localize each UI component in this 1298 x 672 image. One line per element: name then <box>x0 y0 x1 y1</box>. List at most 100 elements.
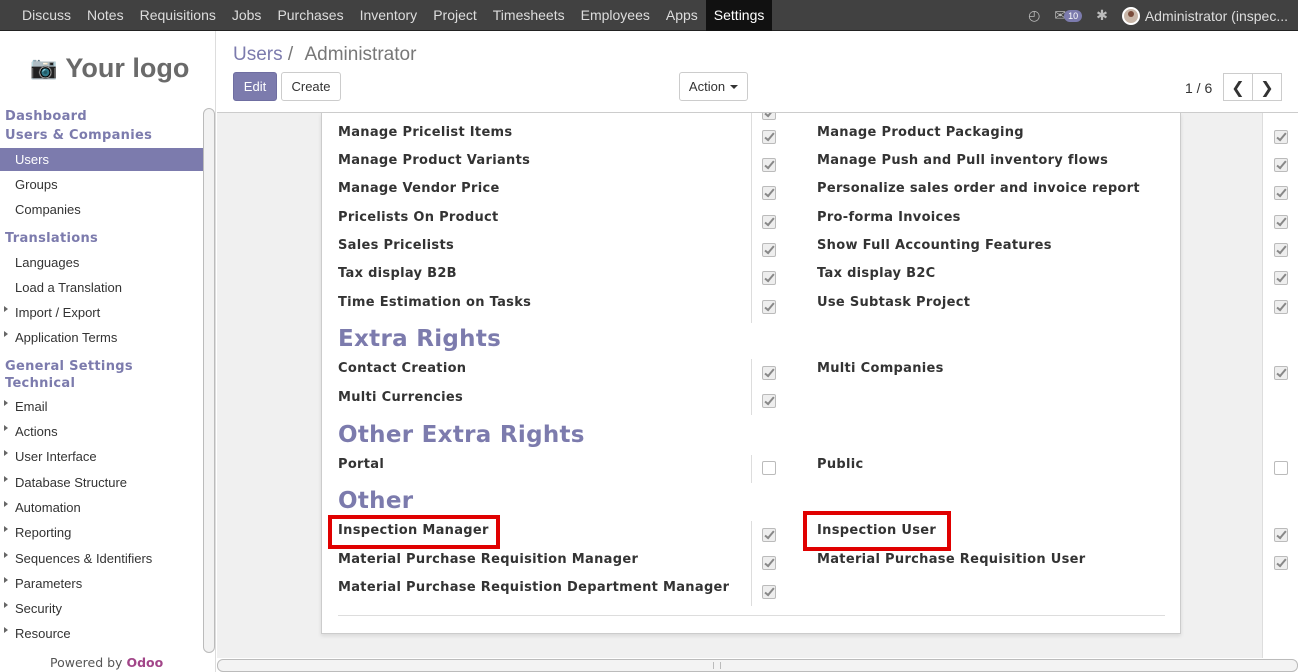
bug-icon[interactable]: ✱ <box>1096 7 1108 24</box>
sidebar-item-sequences[interactable]: Sequences & Identifiers <box>0 546 203 571</box>
sidebar-item-import-export[interactable]: Import / Export <box>0 300 203 325</box>
mpr-user-checkbox[interactable] <box>1274 556 1288 570</box>
portal-label: Portal <box>338 457 385 472</box>
checkbox[interactable] <box>1274 300 1288 314</box>
sidebar-item-parameters[interactable]: Parameters <box>0 571 203 596</box>
sidebar-nav: Dashboard Users & Companies Users Groups… <box>0 107 203 647</box>
sidebar-item-users[interactable]: Users <box>0 148 203 171</box>
scrollbar-grip[interactable] <box>713 662 721 669</box>
checkbox[interactable] <box>762 300 776 314</box>
sidebar-item-reporting[interactable]: Reporting <box>0 520 203 546</box>
menu-apps[interactable]: Apps <box>658 0 706 31</box>
mpr-manager-checkbox[interactable] <box>762 556 776 570</box>
group-label: Tax display B2B <box>338 266 457 281</box>
menu-notes[interactable]: Notes <box>79 0 132 31</box>
inspection-manager-checkbox[interactable] <box>762 528 776 542</box>
group-label: Manage Product Variants <box>338 153 531 168</box>
horizontal-scrollbar[interactable] <box>217 659 1298 672</box>
next-record-button[interactable]: ❯ <box>1252 73 1282 101</box>
sidebar-item-groups[interactable]: Groups <box>0 172 203 197</box>
public-label: Public <box>817 457 864 472</box>
previous-record-button[interactable]: ❮ <box>1223 73 1253 101</box>
public-checkbox[interactable] <box>1274 461 1288 475</box>
menu-timesheets[interactable]: Timesheets <box>485 0 573 31</box>
checkbox[interactable] <box>1274 130 1288 144</box>
sidebar-translations[interactable]: Translations <box>0 222 203 250</box>
section-extra-rights: Extra Rights <box>338 326 502 352</box>
sidebar-item-load-translation[interactable]: Load a Translation <box>0 275 203 300</box>
checkbox[interactable] <box>762 130 776 144</box>
company-logo[interactable]: 📷 Your logo <box>30 53 189 84</box>
breadcrumb-current: Administrator <box>304 44 417 65</box>
group-label: Use Subtask Project <box>817 295 971 310</box>
sidebar-item-security[interactable]: Security <box>0 596 203 621</box>
camera-icon: 📷 <box>30 56 58 81</box>
sheet-divider <box>338 615 1165 616</box>
checkbox[interactable] <box>1274 186 1288 200</box>
mpr-dept-manager-label: Material Purchase Requistion Department … <box>338 580 730 595</box>
sidebar-item-actions[interactable]: Actions <box>0 419 203 444</box>
avatar[interactable] <box>1121 6 1140 25</box>
menu-requisitions[interactable]: Requisitions <box>132 0 224 31</box>
menu-discuss[interactable]: Discuss <box>14 0 79 31</box>
checkbox[interactable] <box>762 113 776 120</box>
menu-jobs[interactable]: Jobs <box>224 0 270 31</box>
inspection-user-checkbox[interactable] <box>1274 528 1288 542</box>
messages-icon[interactable]: ✉ 10 <box>1054 7 1083 24</box>
breadcrumb-users[interactable]: Users <box>233 44 283 65</box>
user-menu[interactable]: Administrator (inspec... <box>1145 8 1288 24</box>
checkbox[interactable] <box>1274 271 1288 285</box>
odoo-link[interactable]: Odoo <box>126 655 163 670</box>
sidebar-users-companies[interactable]: Users & Companies <box>0 126 203 145</box>
menu-purchases[interactable]: Purchases <box>269 0 351 31</box>
mpr-user-label: Material Purchase Requisition User <box>817 552 1086 567</box>
mpr-dept-manager-checkbox[interactable] <box>762 585 776 599</box>
section-other-extra-rights: Other Extra Rights <box>338 422 585 448</box>
group-label: Manage Vendor Price <box>338 181 500 196</box>
checkbox[interactable] <box>762 271 776 285</box>
column-divider <box>751 521 752 606</box>
sidebar-item-user-interface[interactable]: User Interface <box>0 444 203 470</box>
column-divider <box>751 113 752 323</box>
form-content[interactable]: Manage Pricelist Items Manage Product Pa… <box>217 113 1298 658</box>
powered-by-text: Powered by <box>50 655 123 670</box>
portal-checkbox[interactable] <box>762 461 776 475</box>
multi-companies-checkbox[interactable] <box>1274 366 1288 380</box>
sidebar-scrollbar[interactable] <box>203 108 215 653</box>
group-label: Show Full Accounting Features <box>817 238 1052 253</box>
breadcrumb: Users / Administrator <box>233 44 416 66</box>
checkbox[interactable] <box>762 243 776 257</box>
edit-button[interactable]: Edit <box>233 72 277 101</box>
menu-employees[interactable]: Employees <box>573 0 658 31</box>
sidebar-item-companies[interactable]: Companies <box>0 197 203 222</box>
sidebar-item-languages[interactable]: Languages <box>0 250 203 275</box>
logo-text: Your logo <box>65 53 190 83</box>
checkbox[interactable] <box>1274 158 1288 172</box>
checkbox[interactable] <box>1274 215 1288 229</box>
sidebar-technical[interactable]: Technical <box>0 374 203 394</box>
checkbox[interactable] <box>762 215 776 229</box>
sidebar-item-database-structure[interactable]: Database Structure <box>0 470 203 495</box>
sidebar-item-application-terms[interactable]: Application Terms <box>0 325 203 351</box>
checkbox[interactable] <box>1274 243 1288 257</box>
message-count-badge: 10 <box>1064 10 1083 22</box>
multi-currencies-checkbox[interactable] <box>762 394 776 408</box>
checkbox[interactable] <box>762 158 776 172</box>
create-button[interactable]: Create <box>281 72 341 101</box>
sidebar-item-resource[interactable]: Resource <box>0 621 203 647</box>
sidebar-item-automation[interactable]: Automation <box>0 495 203 520</box>
menu-project[interactable]: Project <box>425 0 485 31</box>
sidebar-general-settings[interactable]: General Settings <box>0 351 203 374</box>
menu-settings[interactable]: Settings <box>705 0 773 31</box>
clock-icon[interactable]: ◴ <box>1028 7 1040 24</box>
sidebar-dashboard[interactable]: Dashboard <box>0 107 203 126</box>
contact-creation-checkbox[interactable] <box>762 366 776 380</box>
group-label: Manage Product Packaging <box>817 125 1024 140</box>
top-navbar: Discuss Notes Requisitions Jobs Purchase… <box>0 0 1298 31</box>
menu-inventory[interactable]: Inventory <box>352 0 426 31</box>
sidebar-item-email[interactable]: Email <box>0 394 203 419</box>
action-dropdown[interactable]: Action <box>679 72 748 101</box>
sidebar: 📷 Your logo Dashboard Users & Companies … <box>0 31 216 672</box>
group-label: Time Estimation on Tasks <box>338 295 532 310</box>
checkbox[interactable] <box>762 186 776 200</box>
